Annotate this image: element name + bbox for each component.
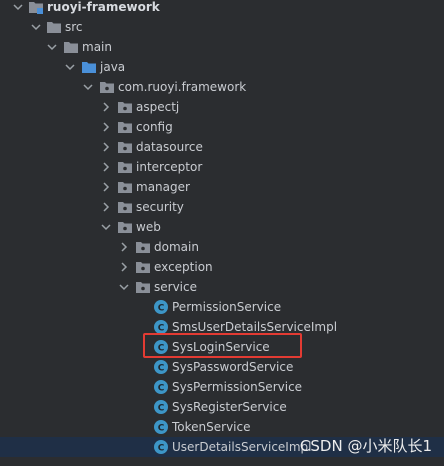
- tree-label-class: SysRegisterService: [172, 400, 287, 414]
- tree-label-class: SysPermissionService: [172, 380, 303, 394]
- tree-label-root: ruoyi-framework: [47, 0, 160, 14]
- chevron-right-icon[interactable]: [100, 141, 112, 153]
- module-folder-icon: [29, 2, 43, 14]
- tree-label-web: web: [136, 220, 161, 234]
- tree-row-service[interactable]: service: [0, 277, 444, 297]
- package-icon: [118, 142, 132, 153]
- tree-row-java[interactable]: java: [0, 57, 444, 77]
- package-icon: [118, 222, 132, 233]
- svg-text:C: C: [158, 304, 165, 314]
- chevron-right-icon[interactable]: [118, 241, 130, 253]
- chevron-down-icon[interactable]: [100, 221, 112, 233]
- package-icon: [136, 282, 150, 293]
- tree-row-domain[interactable]: domain: [0, 237, 444, 257]
- svg-text:C: C: [158, 324, 165, 334]
- tree-row-aspectj[interactable]: aspectj: [0, 97, 444, 117]
- chevron-down-icon[interactable]: [82, 81, 94, 93]
- tree-label-interceptor: interceptor: [136, 160, 203, 174]
- java-class-icon: C: [154, 420, 168, 434]
- svg-text:C: C: [158, 424, 165, 434]
- java-class-icon: C: [154, 440, 168, 454]
- tree-label-package: com.ruoyi.framework: [118, 80, 247, 94]
- tree-row-permission-service[interactable]: C PermissionService: [0, 297, 444, 317]
- tree-row-main[interactable]: main: [0, 37, 444, 57]
- tree-label-domain: domain: [154, 240, 199, 254]
- tree-row-security[interactable]: security: [0, 197, 444, 217]
- tree-label-exception: exception: [154, 260, 213, 274]
- tree-label-service: service: [154, 280, 197, 294]
- tree-row-sys-permission-service[interactable]: C SysPermissionService: [0, 377, 444, 397]
- java-class-icon: C: [154, 380, 168, 394]
- svg-text:C: C: [158, 444, 165, 454]
- svg-text:C: C: [158, 384, 165, 394]
- tree-label-security: security: [136, 200, 184, 214]
- tree-label-java: java: [100, 60, 126, 74]
- package-icon: [136, 262, 150, 273]
- chevron-right-icon[interactable]: [100, 181, 112, 193]
- watermark: CSDN @小米队长1: [299, 437, 432, 455]
- svg-text:C: C: [158, 404, 165, 414]
- svg-text:C: C: [158, 364, 165, 374]
- tree-label-manager: manager: [136, 180, 190, 194]
- chevron-down-icon[interactable]: [118, 281, 130, 293]
- tree-row-config[interactable]: config: [0, 117, 444, 137]
- tree-row-package[interactable]: com.ruoyi.framework: [0, 77, 444, 97]
- chevron-right-icon[interactable]: [100, 201, 112, 213]
- java-class-icon: C: [154, 400, 168, 414]
- package-icon: [118, 202, 132, 213]
- tree-label-config: config: [136, 120, 173, 134]
- tree-label-main: main: [82, 40, 112, 54]
- chevron-down-icon[interactable]: [46, 41, 58, 53]
- tree-row-web[interactable]: web: [0, 217, 444, 237]
- tree-label-class: SysPasswordService: [172, 360, 294, 374]
- tree-row-token-service[interactable]: C TokenService: [0, 417, 444, 437]
- package-icon: [118, 122, 132, 133]
- chevron-right-icon[interactable]: [100, 121, 112, 133]
- tree-label-class: TokenService: [172, 420, 251, 434]
- chevron-right-icon[interactable]: [118, 261, 130, 273]
- package-icon: [118, 182, 132, 193]
- source-folder-icon: [82, 62, 96, 73]
- highlight-box: [143, 333, 302, 358]
- tree-row-src[interactable]: src: [0, 17, 444, 37]
- chevron-down-icon[interactable]: [30, 21, 42, 33]
- tree-row-manager[interactable]: manager: [0, 177, 444, 197]
- tree-row-interceptor[interactable]: interceptor: [0, 157, 444, 177]
- tree-label-datasource: datasource: [136, 140, 203, 154]
- chevron-down-icon[interactable]: [12, 1, 24, 13]
- package-icon: [118, 162, 132, 173]
- project-tree: ruoyi-framework src main java com.ruoyi.…: [0, 0, 444, 466]
- java-class-icon: C: [154, 360, 168, 374]
- chevron-right-icon[interactable]: [100, 161, 112, 173]
- package-icon: [118, 102, 132, 113]
- chevron-right-icon[interactable]: [100, 101, 112, 113]
- tree-row-sys-password-service[interactable]: C SysPasswordService: [0, 357, 444, 377]
- folder-icon: [47, 22, 61, 33]
- tree-label-src: src: [65, 20, 83, 34]
- chevron-down-icon[interactable]: [64, 61, 76, 73]
- tree-row-sys-register-service[interactable]: C SysRegisterService: [0, 397, 444, 417]
- bottom-strip: [0, 458, 444, 466]
- package-icon: [100, 82, 114, 93]
- tree-label-aspectj: aspectj: [136, 100, 180, 114]
- tree-row-root[interactable]: ruoyi-framework: [0, 0, 444, 17]
- tree-label-class: UserDetailsServiceImpl: [172, 440, 312, 454]
- folder-icon: [64, 42, 78, 53]
- java-class-icon: C: [154, 300, 168, 314]
- tree-row-exception[interactable]: exception: [0, 257, 444, 277]
- package-icon: [136, 242, 150, 253]
- tree-label-class: PermissionService: [172, 300, 282, 314]
- tree-row-datasource[interactable]: datasource: [0, 137, 444, 157]
